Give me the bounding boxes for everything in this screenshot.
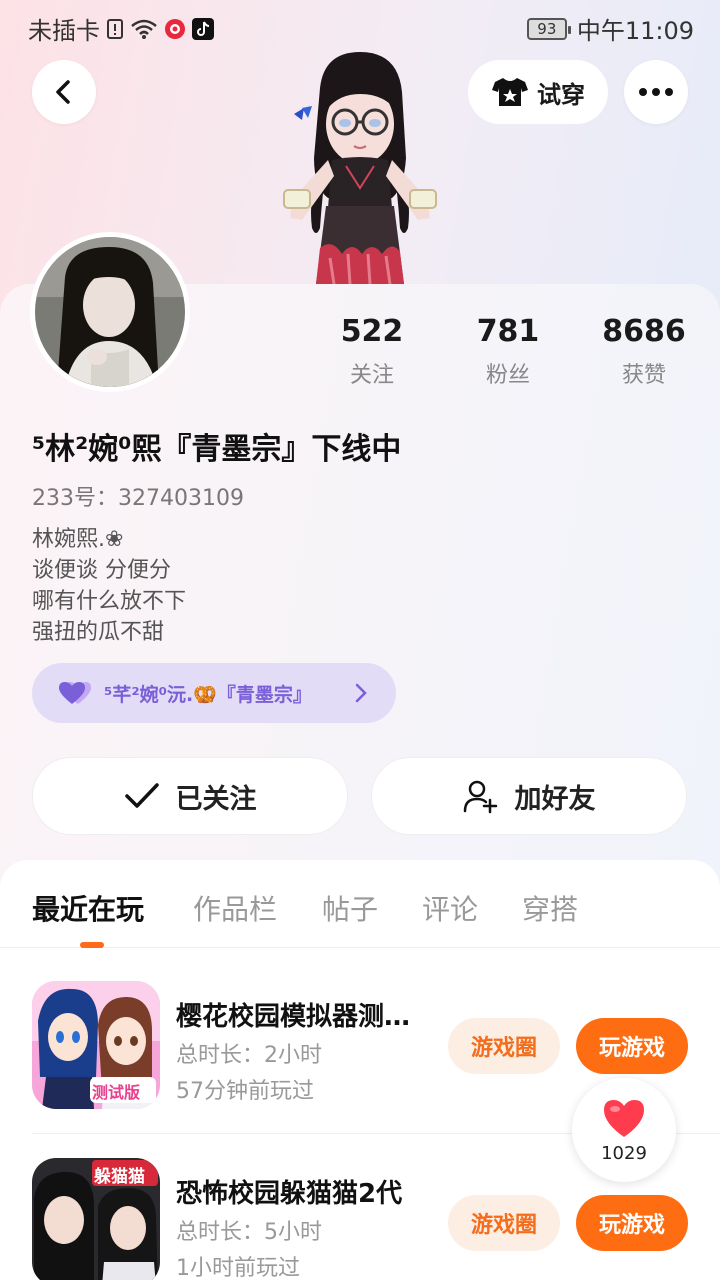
tshirt-icon (492, 78, 528, 106)
following-label: 关注 (349, 363, 394, 388)
avatar[interactable] (30, 232, 190, 392)
game-icon-sakura[interactable]: 测试版 (32, 981, 160, 1109)
tab-comments[interactable]: 评论 (422, 888, 478, 928)
bio-line: 强扭的瓜不甜 (32, 620, 165, 645)
game-badge-text: 测试版 (92, 1083, 141, 1102)
bio-line: 谈便谈 分便分 (32, 558, 171, 583)
character-model[interactable] (272, 48, 448, 285)
video-app-icon (164, 18, 186, 40)
game-title[interactable]: 樱花校园模拟器测试版 (176, 996, 432, 1033)
wifi-icon (130, 18, 158, 40)
add-friend-button[interactable]: 加好友 (371, 757, 687, 835)
followed-button[interactable]: 已关注 (32, 757, 348, 835)
guild-name: ⁵芊²婉⁰沅.🥨『青墨宗』 (104, 683, 312, 706)
battery-icon: 93 (526, 17, 571, 40)
check-icon (124, 783, 159, 808)
add-user-icon (463, 780, 497, 814)
play-game-button[interactable]: 玩游戏 (576, 1195, 688, 1251)
clock-text: 中午11:09 (576, 17, 694, 45)
like-button[interactable]: 1029 (572, 1078, 676, 1182)
hearts-icon (59, 682, 91, 704)
tab-outfits[interactable]: 穿搭 (522, 888, 578, 928)
status-left: 未插卡 (28, 11, 214, 46)
following-count: 522 (340, 314, 404, 349)
chevron-left-icon (56, 80, 70, 104)
bio-line: 林婉熙.❀ (32, 527, 124, 552)
user-id[interactable]: 233号：327403109 (32, 480, 244, 512)
heart-icon (604, 1099, 644, 1137)
chevron-right-icon (355, 683, 367, 703)
game-title[interactable]: 恐怖校园躲猫猫2代 (176, 1173, 432, 1210)
status-right: 93 中午11:09 (526, 11, 694, 46)
game-circle-button[interactable]: 游戏圈 (448, 1018, 560, 1074)
game-badge-text: 躲猫猫 (94, 1167, 145, 1187)
back-button[interactable] (32, 60, 96, 124)
game-circle-button[interactable]: 游戏圈 (448, 1195, 560, 1251)
tiktok-icon (192, 17, 214, 40)
game-icon-hide-seek[interactable]: 躲猫猫 (32, 1158, 160, 1280)
game-last-played: 57分钟前玩过 (176, 1079, 314, 1104)
nickname: ⁵林²婉⁰熙『青墨宗』下线中 (32, 432, 402, 467)
fans-count: 781 (476, 314, 540, 349)
carrier-text: 未插卡 (28, 17, 100, 45)
battery-level: 93 (537, 19, 557, 38)
tab-bar: 最近在玩 作品栏 帖子 评论 穿搭 (0, 860, 720, 948)
try-on-button[interactable]: 试穿 (468, 60, 608, 124)
more-dots-icon (639, 88, 673, 96)
add-friend-label: 加好友 (514, 783, 596, 815)
tab-recent-playing[interactable]: 最近在玩 (32, 888, 144, 928)
likes-label: 获赞 (621, 363, 666, 388)
fans-label: 粉丝 (485, 363, 530, 388)
guild-link[interactable]: ⁵芊²婉⁰沅.🥨『青墨宗』 (32, 663, 396, 723)
game-last-played: 1小时前玩过 (176, 1256, 300, 1280)
more-button[interactable] (624, 60, 688, 124)
stat-likes[interactable]: 8686 获赞 (574, 314, 714, 389)
game-duration: 总时长：5小时 (176, 1220, 322, 1245)
bio-line: 哪有什么放不下 (32, 589, 187, 614)
try-on-label: 试穿 (537, 80, 585, 109)
stat-following[interactable]: 522 关注 (302, 314, 442, 389)
likes-count: 8686 (602, 314, 686, 349)
sim-alert-icon (106, 18, 124, 40)
tab-works[interactable]: 作品栏 (193, 888, 277, 928)
status-bar: 未插卡 93 中午11:09 (0, 0, 720, 52)
game-duration: 总时长：2小时 (176, 1043, 322, 1068)
like-count: 1029 (601, 1142, 647, 1164)
tab-indicator (80, 942, 104, 948)
play-game-button[interactable]: 玩游戏 (576, 1018, 688, 1074)
stat-fans[interactable]: 781 粉丝 (438, 314, 578, 389)
followed-label: 已关注 (175, 783, 257, 815)
bio: 林婉熙.❀ 谈便谈 分便分 哪有什么放不下 强扭的瓜不甜 (32, 524, 186, 648)
tab-posts[interactable]: 帖子 (322, 888, 378, 928)
